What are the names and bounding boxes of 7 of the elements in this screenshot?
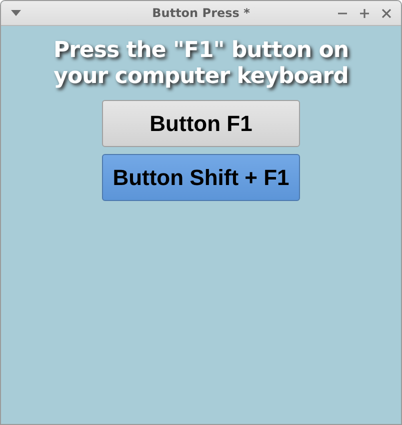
close-icon[interactable] [382,8,391,18]
window-title: Button Press * [152,6,250,20]
maximize-icon[interactable] [360,8,369,18]
instruction-heading: Press the "F1" button on your computer keyboard [52,38,350,90]
keyboard-button[interactable]: Button Shift + F1 [102,154,300,201]
window-menu-icon[interactable] [11,10,21,16]
keyboard-button[interactable]: Button F1 [102,100,300,147]
